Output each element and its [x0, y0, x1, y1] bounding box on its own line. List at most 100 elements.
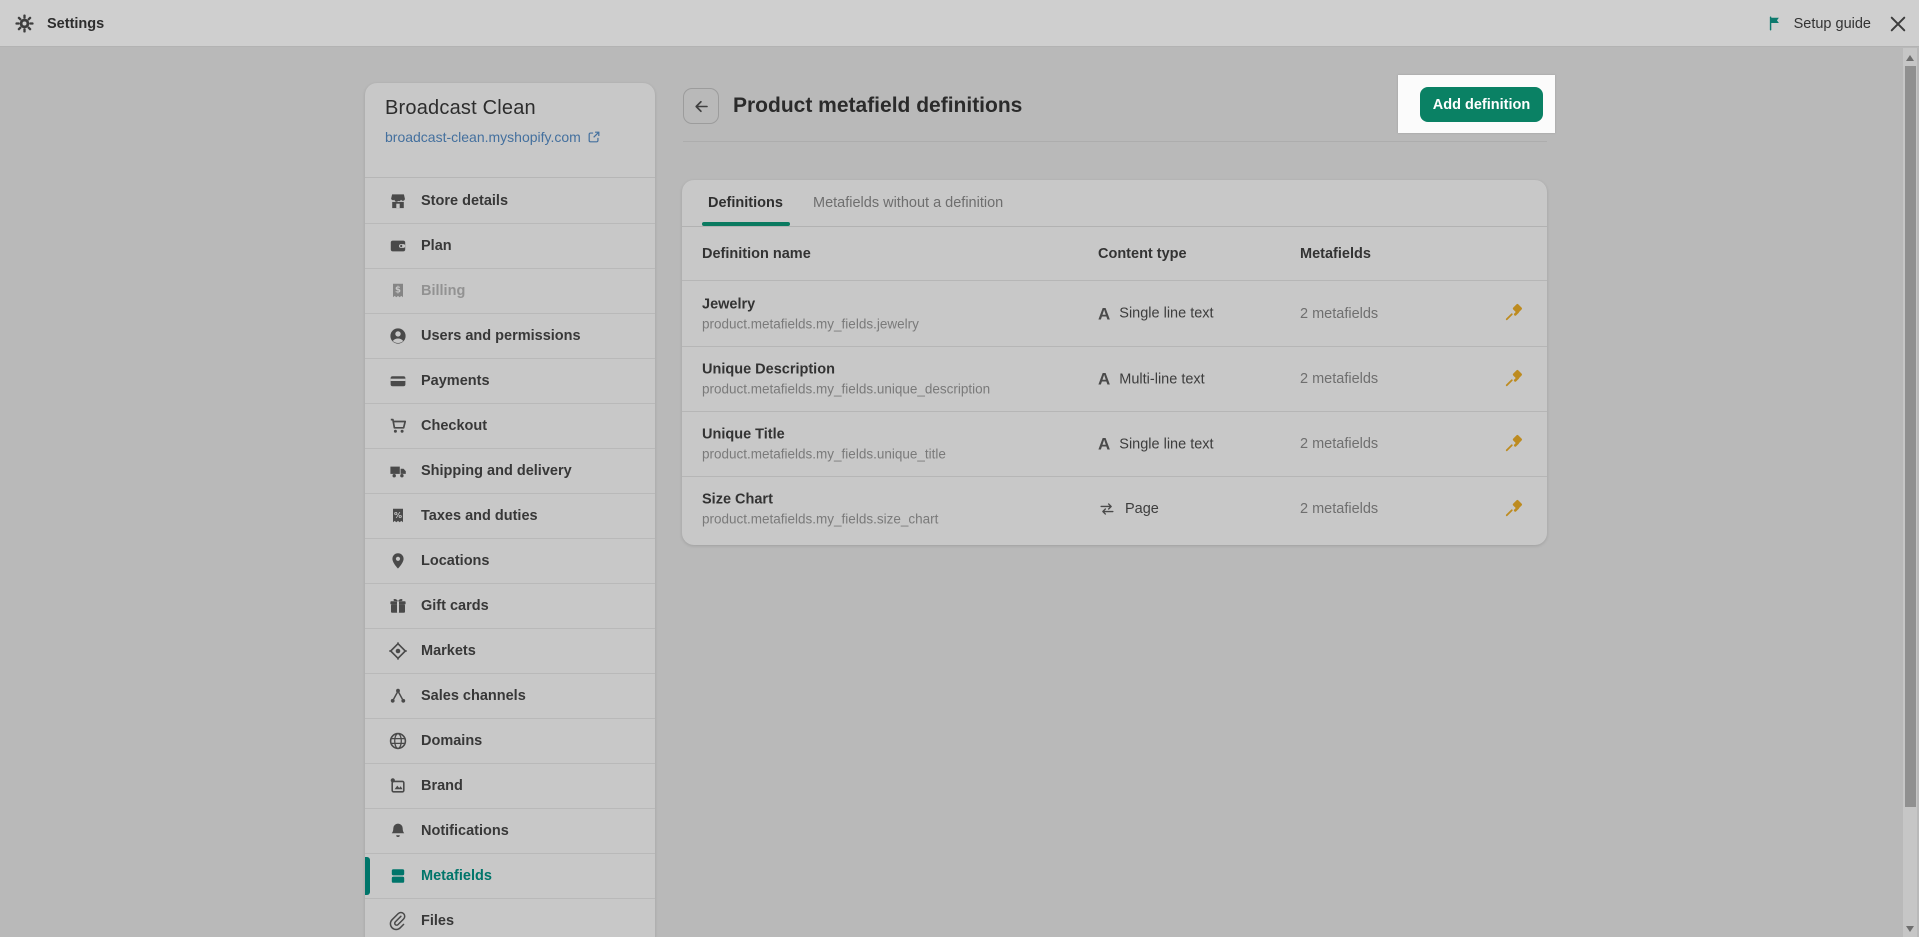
add-definition-button[interactable]: Add definition — [1420, 87, 1543, 122]
sidebar-item-checkout[interactable]: Checkout — [365, 403, 655, 448]
scrollbar-thumb[interactable] — [1905, 66, 1916, 807]
pin-button[interactable] — [1502, 367, 1526, 391]
files-icon — [388, 911, 408, 931]
sidebar-item-label: Brand — [421, 778, 463, 794]
setup-guide-label: Setup guide — [1794, 16, 1871, 32]
sidebar-item-store-details[interactable]: Store details — [365, 178, 655, 223]
header-divider — [683, 141, 1547, 142]
definition-key: product.metafields.my_fields.unique_desc… — [702, 382, 990, 397]
definition-name: Unique Title — [702, 427, 946, 443]
store-domain-link[interactable]: broadcast-clean.myshopify.com — [385, 129, 601, 145]
tab-definitions[interactable]: Definitions — [708, 180, 783, 226]
single-line-text-icon: A — [1098, 371, 1110, 388]
scroll-up-arrow[interactable] — [1906, 55, 1914, 61]
definition-name-cell: Unique Descriptionproduct.metafields.my_… — [702, 362, 990, 397]
setup-guide-button[interactable]: Setup guide — [1767, 0, 1871, 47]
table-row[interactable]: Jewelryproduct.metafields.my_fields.jewe… — [682, 281, 1547, 346]
checkout-icon — [388, 416, 408, 436]
sidebar-item-payments[interactable]: Payments — [365, 358, 655, 403]
sidebar-item-label: Metafields — [421, 868, 492, 884]
active-indicator — [365, 857, 370, 895]
tabs-bar: Definitions Metafields without a definit… — [682, 180, 1547, 227]
sidebar-item-brand[interactable]: Brand — [365, 763, 655, 808]
metafields-icon — [388, 866, 408, 886]
pin-button[interactable] — [1502, 302, 1526, 326]
pin-icon — [1503, 432, 1525, 457]
content-type-label: Single line text — [1119, 306, 1213, 322]
column-definition-name: Definition name — [702, 246, 811, 262]
metafields-count: 2 metafields — [1300, 501, 1378, 517]
definition-name: Jewelry — [702, 296, 919, 312]
sidebar-item-label: Taxes and duties — [421, 508, 538, 524]
shipping-icon — [388, 461, 408, 481]
sidebar-item-label: Notifications — [421, 823, 509, 839]
sidebar-item-sales-channels[interactable]: Sales channels — [365, 673, 655, 718]
payments-icon — [388, 371, 408, 391]
content-type-label: Page — [1125, 501, 1159, 517]
content-type-cell: A Single line text — [1098, 305, 1214, 322]
sidebar-item-users-and-permissions[interactable]: Users and permissions — [365, 313, 655, 358]
single-line-text-icon: A — [1098, 305, 1110, 322]
sales-channels-icon — [388, 686, 408, 706]
pin-button[interactable] — [1502, 497, 1526, 521]
markets-icon — [388, 641, 408, 661]
back-arrow-icon — [692, 97, 711, 116]
sidebar-item-label: Billing — [421, 283, 465, 299]
pin-button[interactable] — [1502, 432, 1526, 456]
sidebar-item-files[interactable]: Files — [365, 898, 655, 937]
sidebar-item-label: Markets — [421, 643, 476, 659]
sidebar-item-gift-cards[interactable]: Gift cards — [365, 583, 655, 628]
users-icon — [388, 326, 408, 346]
sidebar-item-label: Files — [421, 913, 454, 929]
pin-icon — [1503, 367, 1525, 392]
window-title: Settings — [47, 16, 104, 32]
notifications-icon — [388, 821, 408, 841]
sidebar-item-label: Sales channels — [421, 688, 526, 704]
external-link-icon — [587, 130, 601, 144]
page-title: Product metafield definitions — [733, 94, 1022, 118]
content-type-cell: ASingle line text — [1098, 436, 1214, 453]
back-button[interactable] — [683, 88, 719, 124]
store-icon — [388, 191, 408, 211]
sidebar-item-label: Domains — [421, 733, 482, 749]
sidebar-item-taxes-and-duties[interactable]: %Taxes and duties — [365, 493, 655, 538]
sidebar-item-billing[interactable]: $ Billing — [365, 268, 655, 313]
scroll-down-arrow[interactable] — [1906, 926, 1914, 932]
table-row[interactable]: Size Chartproduct.metafields.my_fields.s… — [682, 476, 1547, 541]
settings-window: Settings Setup guide Broadcast Clean bro… — [0, 0, 1919, 937]
definition-name-cell: Unique Titleproduct.metafields.my_fields… — [702, 427, 946, 462]
sidebar-item-notifications[interactable]: Notifications — [365, 808, 655, 853]
sidebar-item-label: Locations — [421, 553, 489, 569]
reference-arrows-icon — [1098, 500, 1116, 518]
table-row[interactable]: Unique Titleproduct.metafields.my_fields… — [682, 411, 1547, 476]
store-domain-text: broadcast-clean.myshopify.com — [385, 129, 581, 145]
sidebar-item-label: Plan — [421, 238, 452, 254]
pin-icon — [1503, 301, 1525, 326]
gear-icon — [14, 13, 35, 34]
tab-metafields-without-definition[interactable]: Metafields without a definition — [813, 180, 1003, 226]
svg-text:$: $ — [395, 286, 401, 296]
sidebar-item-shipping-and-delivery[interactable]: Shipping and delivery — [365, 448, 655, 493]
sidebar-item-label: Payments — [421, 373, 490, 389]
sidebar-item-markets[interactable]: Markets — [365, 628, 655, 673]
sidebar-item-metafields[interactable]: Metafields — [365, 853, 655, 898]
close-icon[interactable] — [1887, 13, 1909, 35]
metafields-count: 2 metafields — [1300, 371, 1378, 387]
table-row[interactable]: Unique Descriptionproduct.metafields.my_… — [682, 346, 1547, 411]
sidebar-item-plan[interactable]: Plan — [365, 223, 655, 268]
store-name: Broadcast Clean — [385, 97, 635, 120]
content-type-cell: Page — [1098, 500, 1159, 518]
sidebar-item-locations[interactable]: Locations — [365, 538, 655, 583]
definition-name-cell: Jewelryproduct.metafields.my_fields.jewe… — [702, 296, 919, 331]
definition-key: product.metafields.my_fields.size_chart — [702, 512, 938, 527]
topbar: Settings Setup guide — [0, 0, 1919, 47]
sidebar-item-label: Users and permissions — [421, 328, 581, 344]
content-type-label: Single line text — [1119, 436, 1213, 452]
scrollbar[interactable] — [1903, 48, 1917, 937]
sidebar-item-domains[interactable]: Domains — [365, 718, 655, 763]
plan-icon — [388, 236, 408, 256]
highlight-box: Add definition — [1398, 75, 1555, 133]
sidebar-item-label: Store details — [421, 193, 508, 209]
sidebar-item-label: Checkout — [421, 418, 487, 434]
table-header: Definition name Content type Metafields — [682, 227, 1547, 281]
